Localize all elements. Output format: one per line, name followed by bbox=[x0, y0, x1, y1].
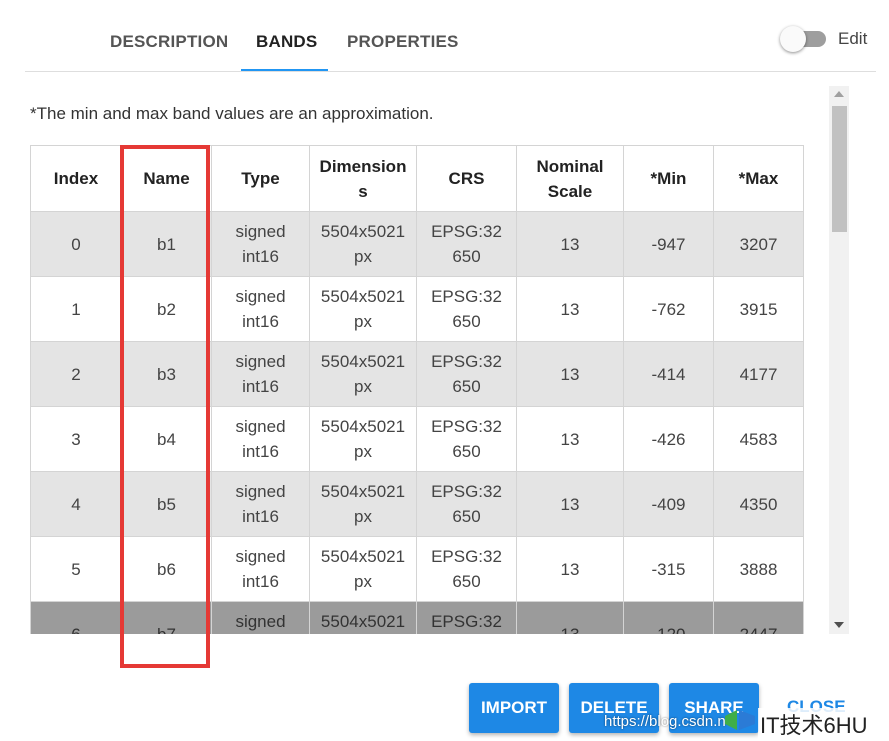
table-row[interactable]: 2 b3 signed int16 5504x5021 px EPSG:3265… bbox=[30, 341, 804, 407]
edit-toggle[interactable] bbox=[780, 26, 830, 52]
table-row-selected[interactable]: 6 b7 signed int16 5504x5021 px EPSG:3265… bbox=[30, 601, 804, 634]
scroll-down-arrow-icon[interactable] bbox=[834, 622, 844, 628]
bands-table: Index Name Type Dimensions CRS Nominal S… bbox=[30, 145, 804, 634]
tab-description[interactable]: DESCRIPTION bbox=[110, 32, 228, 52]
cell-index: 4 bbox=[30, 471, 122, 537]
cell-scale: 13 bbox=[516, 471, 624, 537]
cell-type: signed int16 bbox=[211, 276, 310, 342]
cell-dimensions: 5504x5021 px bbox=[309, 211, 417, 277]
cell-scale: 13 bbox=[516, 406, 624, 472]
cell-dimensions: 5504x5021 px bbox=[309, 341, 417, 407]
cell-max: 3207 bbox=[713, 211, 804, 277]
cell-max: 4350 bbox=[713, 471, 804, 537]
header-name[interactable]: Name bbox=[121, 145, 212, 212]
cell-max: 3888 bbox=[713, 536, 804, 602]
watermark-url: https://blog.csdn.n bbox=[604, 713, 726, 730]
edit-toggle-label: Edit bbox=[838, 29, 868, 48]
cell-name: b4 bbox=[121, 406, 212, 472]
cell-max: 4177 bbox=[713, 341, 804, 407]
cell-crs: EPSG:32650 bbox=[416, 471, 517, 537]
cell-name: b5 bbox=[121, 471, 212, 537]
table-header-row: Index Name Type Dimensions CRS Nominal S… bbox=[30, 145, 804, 212]
cell-min: -414 bbox=[623, 341, 714, 407]
header-crs[interactable]: CRS bbox=[416, 145, 517, 212]
cell-index: 5 bbox=[30, 536, 122, 602]
cell-dimensions: 5504x5021 px bbox=[309, 471, 417, 537]
cell-max: 2447 bbox=[713, 601, 804, 634]
cell-dimensions: 5504x5021 px bbox=[309, 601, 417, 634]
table-row[interactable]: 1 b2 signed int16 5504x5021 px EPSG:3265… bbox=[30, 276, 804, 342]
header-type[interactable]: Type bbox=[211, 145, 310, 212]
import-button[interactable]: IMPORT bbox=[469, 683, 559, 733]
toggle-thumb bbox=[780, 26, 806, 52]
cell-crs: EPSG:32650 bbox=[416, 536, 517, 602]
cell-index: 2 bbox=[30, 341, 122, 407]
table-row[interactable]: 0 b1 signed int16 5504x5021 px EPSG:3265… bbox=[30, 211, 804, 277]
cell-min: -409 bbox=[623, 471, 714, 537]
cell-scale: 13 bbox=[516, 341, 624, 407]
header-max[interactable]: *Max bbox=[713, 145, 804, 212]
cell-scale: 13 bbox=[516, 601, 624, 634]
cell-index: 0 bbox=[30, 211, 122, 277]
tab-bands[interactable]: BANDS bbox=[256, 32, 317, 52]
cell-crs: EPSG:32650 bbox=[416, 276, 517, 342]
table-scrollbar[interactable] bbox=[829, 86, 849, 634]
watermark-logo-icon bbox=[725, 710, 755, 730]
table-row[interactable]: 4 b5 signed int16 5504x5021 px EPSG:3265… bbox=[30, 471, 804, 537]
cell-scale: 13 bbox=[516, 536, 624, 602]
scroll-thumb[interactable] bbox=[832, 106, 847, 232]
cell-dimensions: 5504x5021 px bbox=[309, 536, 417, 602]
cell-dimensions: 5504x5021 px bbox=[309, 276, 417, 342]
cell-min: -947 bbox=[623, 211, 714, 277]
cell-crs: EPSG:32650 bbox=[416, 341, 517, 407]
cell-crs: EPSG:32650 bbox=[416, 601, 517, 634]
tab-divider bbox=[25, 71, 876, 72]
cell-max: 3915 bbox=[713, 276, 804, 342]
header-nominal-scale[interactable]: Nominal Scale bbox=[516, 145, 624, 212]
scroll-up-arrow-icon[interactable] bbox=[834, 91, 844, 97]
cell-type: signed int16 bbox=[211, 341, 310, 407]
cell-min: -315 bbox=[623, 536, 714, 602]
cell-dimensions: 5504x5021 px bbox=[309, 406, 417, 472]
cell-scale: 13 bbox=[516, 211, 624, 277]
cell-scale: 13 bbox=[516, 276, 624, 342]
watermark-brand: IT技术6HU bbox=[758, 708, 870, 740]
cell-max: 4583 bbox=[713, 406, 804, 472]
header-index[interactable]: Index bbox=[30, 145, 122, 212]
cell-min: -762 bbox=[623, 276, 714, 342]
bands-table-viewport[interactable]: Index Name Type Dimensions CRS Nominal S… bbox=[30, 145, 804, 634]
cell-name: b2 bbox=[121, 276, 212, 342]
cell-name: b7 bbox=[121, 601, 212, 634]
tab-bar: DESCRIPTION BANDS PROPERTIES bbox=[0, 0, 889, 72]
cell-type: signed int16 bbox=[211, 406, 310, 472]
cell-min: -426 bbox=[623, 406, 714, 472]
header-dimensions[interactable]: Dimensions bbox=[309, 145, 417, 212]
cell-type: signed int16 bbox=[211, 536, 310, 602]
approximation-note: *The min and max band values are an appr… bbox=[30, 104, 434, 123]
cell-name: b1 bbox=[121, 211, 212, 277]
table-row[interactable]: 3 b4 signed int16 5504x5021 px EPSG:3265… bbox=[30, 406, 804, 472]
cell-type: signed int16 bbox=[211, 601, 310, 634]
cell-index: 3 bbox=[30, 406, 122, 472]
cell-name: b6 bbox=[121, 536, 212, 602]
cell-type: signed int16 bbox=[211, 211, 310, 277]
table-row[interactable]: 5 b6 signed int16 5504x5021 px EPSG:3265… bbox=[30, 536, 804, 602]
cell-type: signed int16 bbox=[211, 471, 310, 537]
cell-crs: EPSG:32650 bbox=[416, 406, 517, 472]
cell-index: 1 bbox=[30, 276, 122, 342]
cell-crs: EPSG:32650 bbox=[416, 211, 517, 277]
cell-index: 6 bbox=[30, 601, 122, 634]
cell-min: -120 bbox=[623, 601, 714, 634]
tab-properties[interactable]: PROPERTIES bbox=[347, 32, 459, 52]
header-min[interactable]: *Min bbox=[623, 145, 714, 212]
cell-name: b3 bbox=[121, 341, 212, 407]
